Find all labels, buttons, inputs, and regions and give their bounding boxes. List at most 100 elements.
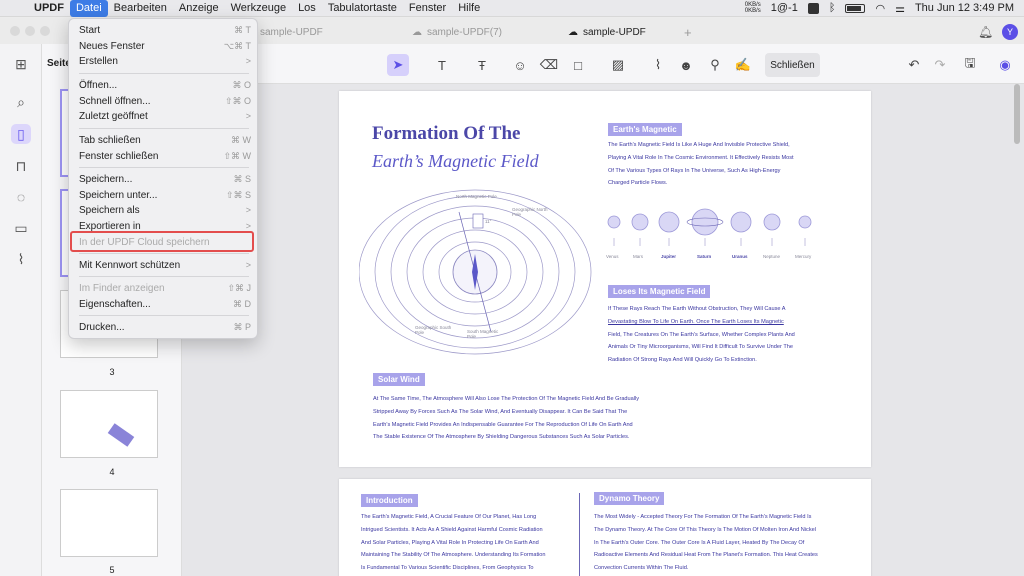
zoom-window-icon[interactable]	[40, 26, 50, 36]
search-icon[interactable]: ⌕	[11, 92, 31, 112]
menu-item-print[interactable]: Drucken... ⌘ P	[79, 320, 251, 334]
ai-assistant-icon[interactable]: ◉	[997, 54, 1013, 76]
paragraph: The Earth's Magnetic Field Is Like A Hug…	[608, 142, 794, 187]
planet-label: Uranus	[732, 254, 748, 259]
menu-app[interactable]: UPDF	[28, 0, 70, 17]
thumbnail-page-4[interactable]	[60, 390, 158, 458]
menu-item-close-tab[interactable]: Tab schließen ⌘ W	[79, 133, 251, 147]
menu-item-open[interactable]: Öffnen... ⌘ O	[79, 78, 251, 92]
bluetooth-icon[interactable]: ᛒ	[829, 2, 836, 14]
menu-item-password[interactable]: Mit Kennwort schützen >	[79, 258, 251, 272]
document-canvas[interactable]: Formation Of The Earth’s Magnetic Field …	[182, 84, 1024, 576]
app-icon[interactable]	[807, 2, 819, 14]
section-badge: Loses Its Magnetic Field	[608, 285, 711, 298]
menu-item-create[interactable]: Erstellen >	[79, 54, 251, 68]
textbox-tool-icon[interactable]: Ŧ	[472, 54, 492, 76]
paragraph: The Earth's Magnetic Field, A Crucial Fe…	[361, 514, 546, 572]
geographic-north-label: Geographic North Pole	[512, 207, 548, 217]
angle-label: 11°	[485, 219, 492, 224]
document-page: Introduction The Earth's Magnetic Field,…	[339, 479, 871, 576]
menu-item-save-as[interactable]: Speichern unter... ⇧⌘ S	[79, 188, 251, 202]
section-badge: Solar Wind	[373, 373, 425, 386]
tool-sidebar: ⊞ ⌕ ▯ ⊓ ◌ ▭ ⌇	[0, 44, 42, 576]
cloud-icon: ☁	[568, 26, 578, 38]
sticker-tool-icon[interactable]: ☻	[676, 54, 696, 76]
comment-tool-icon[interactable]: ☺	[510, 54, 530, 76]
network-speed: 0KB/s 0KB/s	[744, 2, 761, 14]
bell-icon[interactable]: 🔔︎	[978, 22, 993, 42]
planet-label: Neptune	[763, 254, 781, 259]
attach-tool-icon[interactable]: ⌇	[648, 54, 668, 76]
attachment-icon[interactable]: ⌇	[11, 249, 31, 269]
menu-datei[interactable]: Datei	[69, 0, 108, 17]
highlight-box	[70, 231, 254, 252]
select-tool-icon[interactable]: ➤	[387, 54, 409, 76]
comment-icon[interactable]: ◌	[11, 187, 31, 207]
eraser-icon[interactable]: ⌫	[539, 54, 559, 76]
menu-item-show-finder[interactable]: Im Finder anzeigen ⇧⌘ J	[79, 281, 251, 295]
menu-fenster[interactable]: Fenster	[403, 0, 452, 17]
planet-label: Mars	[633, 254, 643, 259]
thumbnail-number: 4	[109, 467, 115, 477]
close-button[interactable]: Schließen	[765, 53, 820, 77]
status-text[interactable]: 1@-1	[771, 2, 798, 14]
section-badge: Earth's Magnetic	[608, 123, 682, 136]
file-menu: Start ⌘ T Neues Fenster ⌥⌘ T Erstellen > Öf…	[68, 18, 258, 339]
menu-item-close-window[interactable]: Fenster schließen ⇧⌘ W	[79, 149, 251, 163]
menu-los[interactable]: Los	[292, 0, 322, 17]
save-icon[interactable]: 🖫︎	[962, 54, 978, 76]
south-magnetic-label: South Magnetic Pole	[467, 329, 499, 339]
control-center-icon[interactable]: ⚌	[895, 2, 905, 15]
menu-item-quick-open[interactable]: Schnell öffnen... ⇧⌘ O	[79, 94, 251, 108]
page-subtitle: Earth’s Magnetic Field	[372, 151, 539, 171]
grid-icon[interactable]: ⊞	[11, 54, 31, 74]
page-title: Formation Of The	[372, 123, 521, 144]
avatar[interactable]: Y	[1002, 24, 1018, 40]
menu-item-start[interactable]: Start ⌘ T	[79, 23, 251, 37]
tab-sample-active[interactable]: ☁ sample-UPDF	[568, 22, 646, 42]
undo-icon[interactable]: ↶	[906, 54, 922, 76]
paragraph: The Most Widely - Accepted Theory For Th…	[594, 514, 818, 572]
paragraph: At The Same Time, The Atmosphere Will Al…	[373, 396, 640, 441]
close-window-icon[interactable]	[10, 26, 20, 36]
wifi-icon[interactable]: ◠	[875, 2, 885, 15]
menu-bearbeiten[interactable]: Bearbeiten	[108, 0, 173, 17]
planet-label: Venus	[606, 254, 619, 259]
cloud-icon: ☁	[412, 26, 422, 38]
menu-item-new-window[interactable]: Neues Fenster ⌥⌘ T	[79, 39, 251, 53]
thumbnail-page-5[interactable]	[60, 489, 158, 557]
minimize-window-icon[interactable]	[25, 26, 35, 36]
section-badge: Introduction	[361, 494, 418, 507]
bookmark-icon[interactable]: ⊓	[11, 156, 31, 176]
clock[interactable]: Thu Jun 12 3:49 PM	[915, 2, 1014, 14]
redo-icon[interactable]: ↷	[932, 54, 948, 76]
menu-anzeige[interactable]: Anzeige	[173, 0, 225, 17]
tab-sample-1[interactable]: sample-UPDF	[260, 22, 323, 42]
document-page: Formation Of The Earth’s Magnetic Field …	[339, 91, 871, 467]
battery-icon[interactable]	[845, 3, 866, 13]
vertical-scrollbar[interactable]	[1014, 84, 1020, 144]
menu-hilfe[interactable]: Hilfe	[452, 0, 486, 17]
pages-icon[interactable]: ▯	[11, 124, 31, 144]
menu-werkzeuge[interactable]: Werkzeuge	[225, 0, 292, 17]
planet-label: Saturn	[697, 254, 712, 259]
section-badge: Dynamo Theory	[594, 492, 665, 505]
tab-sample-7[interactable]: ☁ sample-UPDF(7)	[412, 22, 502, 42]
shape-tool-icon[interactable]: □	[568, 54, 588, 76]
stamp-tool-icon[interactable]: ⚲	[705, 54, 725, 76]
menu-tabulatortaste[interactable]: Tabulatortaste	[322, 0, 403, 17]
area-tool-icon[interactable]: ▨	[608, 54, 628, 76]
planets-graphic	[607, 208, 812, 246]
menu-bar: UPDF Datei Bearbeiten Anzeige Werkzeuge …	[0, 0, 1024, 17]
thumbnail-number: 5	[109, 565, 115, 575]
menu-item-recent[interactable]: Zuletzt geöffnet >	[79, 109, 251, 123]
menu-item-save[interactable]: Speichern... ⌘ S	[79, 172, 251, 186]
menu-item-save-format[interactable]: Speichern als >	[79, 203, 251, 217]
document-icon[interactable]: ▭	[11, 218, 31, 238]
signature-tool-icon[interactable]: ✍	[733, 54, 753, 76]
new-tab-icon[interactable]: +	[684, 22, 692, 42]
menu-item-properties[interactable]: Eigenschaften... ⌘ D	[79, 297, 251, 311]
paragraph: If These Rays Reach The Earth Without Ob…	[608, 306, 795, 364]
annotation-toolbar: ➤ T Ŧ ☺ ⌫ □ ▨ ⌇ ☻ ⚲ ✍ Schließen ↶ ↷ 🖫︎ ◉	[182, 44, 1024, 84]
text-tool-icon[interactable]: T	[432, 54, 452, 76]
